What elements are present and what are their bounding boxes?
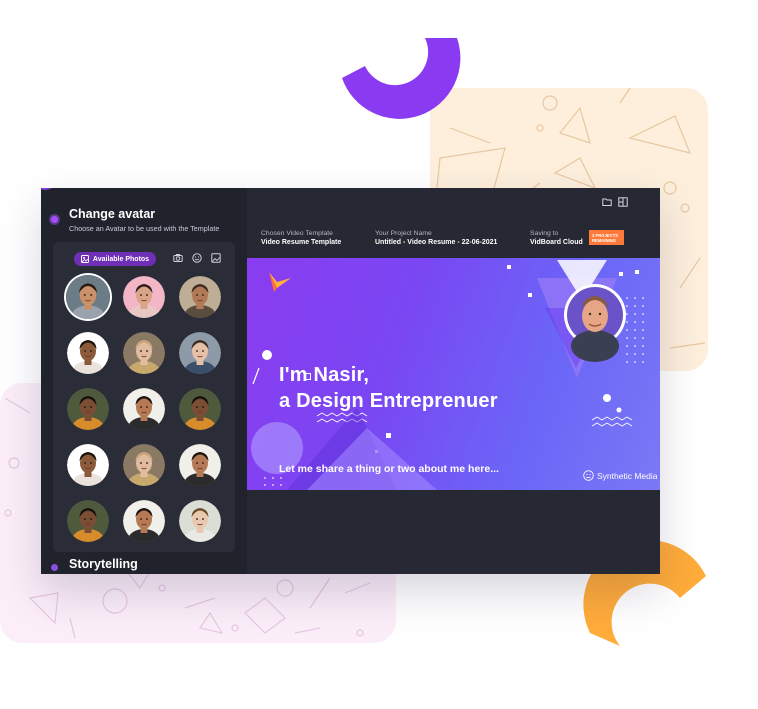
avatar-portrait [179, 500, 221, 542]
change-avatar-title: Change avatar [69, 207, 156, 221]
synthetic-media-brand: Synthetic Media [583, 470, 657, 481]
camera-icon[interactable] [173, 253, 183, 263]
image-icon[interactable] [211, 253, 221, 263]
avatar-portrait [67, 444, 109, 486]
avatar-portrait [67, 388, 109, 430]
template-value: Video Resume Template [261, 239, 342, 246]
export-icon[interactable] [618, 197, 628, 207]
storytelling-section-header[interactable]: Storytelling [41, 554, 247, 574]
avatar-option[interactable] [67, 332, 109, 374]
avatar-portrait [179, 332, 221, 374]
project-topbar: Chosen Video Template Video Resume Templ… [247, 188, 660, 258]
avatar-portrait [123, 388, 165, 430]
decorative-purple-arc [342, 38, 461, 119]
avatar-option[interactable] [179, 444, 221, 486]
avatar-option[interactable] [123, 500, 165, 542]
avatar-option[interactable] [67, 500, 109, 542]
change-avatar-subtitle: Choose an Avatar to be used with the Tem… [69, 224, 220, 233]
change-avatar-section-header[interactable]: Change avatar Choose an Avatar to be use… [41, 200, 247, 240]
headline-line-1[interactable]: I'm Nasir, [279, 364, 369, 387]
avatar-panel: Available Photos [53, 242, 235, 552]
avatar-option[interactable] [123, 276, 165, 318]
sidebar: Change avatar Choose an Avatar to be use… [41, 188, 247, 574]
avatar-portrait [123, 500, 165, 542]
photo-icon [80, 255, 89, 263]
storytelling-title: Storytelling [69, 557, 138, 571]
avatar-portrait [123, 332, 165, 374]
avatar-option[interactable] [67, 388, 109, 430]
avatar-portrait [67, 500, 109, 542]
projects-remaining-badge: 3 PROJECTS REMAINING [589, 230, 624, 245]
folder-icon[interactable] [602, 197, 612, 207]
avatar-option[interactable] [179, 332, 221, 374]
available-photos-label: Available Photos [92, 255, 150, 263]
saving-value: VidBoard Cloud [530, 239, 583, 246]
editor-empty-area [247, 490, 660, 574]
avatar-option[interactable] [179, 388, 221, 430]
brand-name: Synthetic Media [597, 470, 658, 481]
avatar-portrait [67, 332, 109, 374]
avatar-portrait [66, 275, 110, 319]
avatar-portrait [179, 388, 221, 430]
avatar-option[interactable] [67, 444, 109, 486]
decorative-sidebar-arc [41, 188, 53, 190]
project-name-value[interactable]: Untitled - Video Resume - 22-06-2021 [375, 239, 497, 246]
emoji-icon[interactable] [192, 253, 202, 263]
available-photos-button[interactable]: Available Photos [74, 252, 156, 266]
avatar-option[interactable] [179, 500, 221, 542]
saving-label: Saving to [530, 230, 559, 237]
avatar-option[interactable] [123, 332, 165, 374]
avatar-portrait [123, 444, 165, 486]
section-dot [51, 564, 58, 571]
video-preview[interactable]: I'm Nasir, a Design Entreprenuer Let me … [247, 258, 660, 490]
avatar-option[interactable] [123, 388, 165, 430]
avatar-portrait [179, 276, 221, 318]
project-name-label: Your Project Name [375, 230, 432, 237]
avatar-portrait [123, 276, 165, 318]
template-label: Chosen Video Template [261, 230, 333, 237]
app-window: Change avatar Choose an Avatar to be use… [41, 188, 660, 574]
avatar-option[interactable] [123, 444, 165, 486]
avatar-option[interactable] [179, 276, 221, 318]
section-active-dot [51, 216, 58, 223]
tagline[interactable]: Let me share a thing or two about me her… [279, 463, 499, 475]
avatar-portrait [179, 444, 221, 486]
avatar-option[interactable] [66, 275, 110, 319]
headline-line-2[interactable]: a Design Entreprenuer [279, 390, 498, 413]
brand-face-icon [583, 470, 594, 481]
badge-line-2: REMAINING [592, 237, 616, 243]
